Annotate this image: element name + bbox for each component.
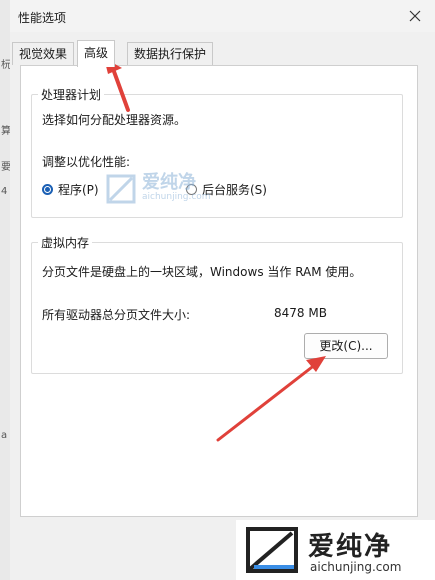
- total-paging-size-label: 所有驱动器总分页文件大小:: [42, 308, 191, 322]
- tab-visual-effects[interactable]: 视觉效果: [12, 42, 75, 65]
- radio-background-services-label[interactable]: 后台服务(S): [202, 181, 267, 198]
- watermark-corner-icon: [246, 527, 298, 573]
- total-paging-size-value: 8478 MB: [274, 306, 327, 320]
- virtual-memory-legend: 虚拟内存: [38, 234, 93, 251]
- title-bar[interactable]: 性能选项: [10, 0, 435, 32]
- background-text: 4: [1, 186, 8, 197]
- close-button[interactable]: [403, 4, 427, 28]
- adjust-label: 调整以优化性能:: [42, 155, 131, 169]
- background-text: a: [1, 430, 8, 441]
- virtual-memory-description: 分页文件是硬盘上的一块区域，Windows 当作 RAM 使用。: [42, 265, 362, 279]
- watermark-name: 爱纯净: [142, 172, 196, 193]
- processor-scheduling-group: 处理器计划 选择如何分配处理器资源。 调整以优化性能: 程序(P) 后台服务(S…: [31, 86, 403, 218]
- window-title: 性能选项: [18, 11, 67, 25]
- tab-advanced[interactable]: 高级: [77, 40, 116, 67]
- processor-scheduling-legend: 处理器计划: [38, 86, 105, 103]
- close-icon: [409, 10, 421, 22]
- watermark-corner-logo: 爱纯净 aichunjing.com: [236, 520, 435, 580]
- tab-panel-advanced: 处理器计划 选择如何分配处理器资源。 调整以优化性能: 程序(P) 后台服务(S…: [20, 65, 418, 517]
- virtual-memory-group: 虚拟内存 分页文件是硬盘上的一块区域，Windows 当作 RAM 使用。 所有…: [31, 234, 403, 374]
- tab-data-execution-prevention[interactable]: 数据执行保护: [127, 42, 214, 65]
- radio-programs[interactable]: [42, 184, 53, 195]
- change-button[interactable]: 更改(C)...: [304, 333, 388, 359]
- processor-description: 选择如何分配处理器资源。: [42, 113, 187, 127]
- performance-options-dialog: 性能选项 视觉效果 高级 数据执行保护 处理器计划 选择如何分配处理器资源。 调…: [10, 0, 435, 580]
- radio-programs-label[interactable]: 程序(P): [58, 181, 99, 198]
- watermark-corner-url: aichunjing.com: [310, 560, 402, 574]
- watermark-corner-name: 爱纯净: [308, 532, 393, 562]
- watermark-logo-icon: [106, 174, 136, 204]
- watermark-url: aichunjing.com: [142, 192, 211, 202]
